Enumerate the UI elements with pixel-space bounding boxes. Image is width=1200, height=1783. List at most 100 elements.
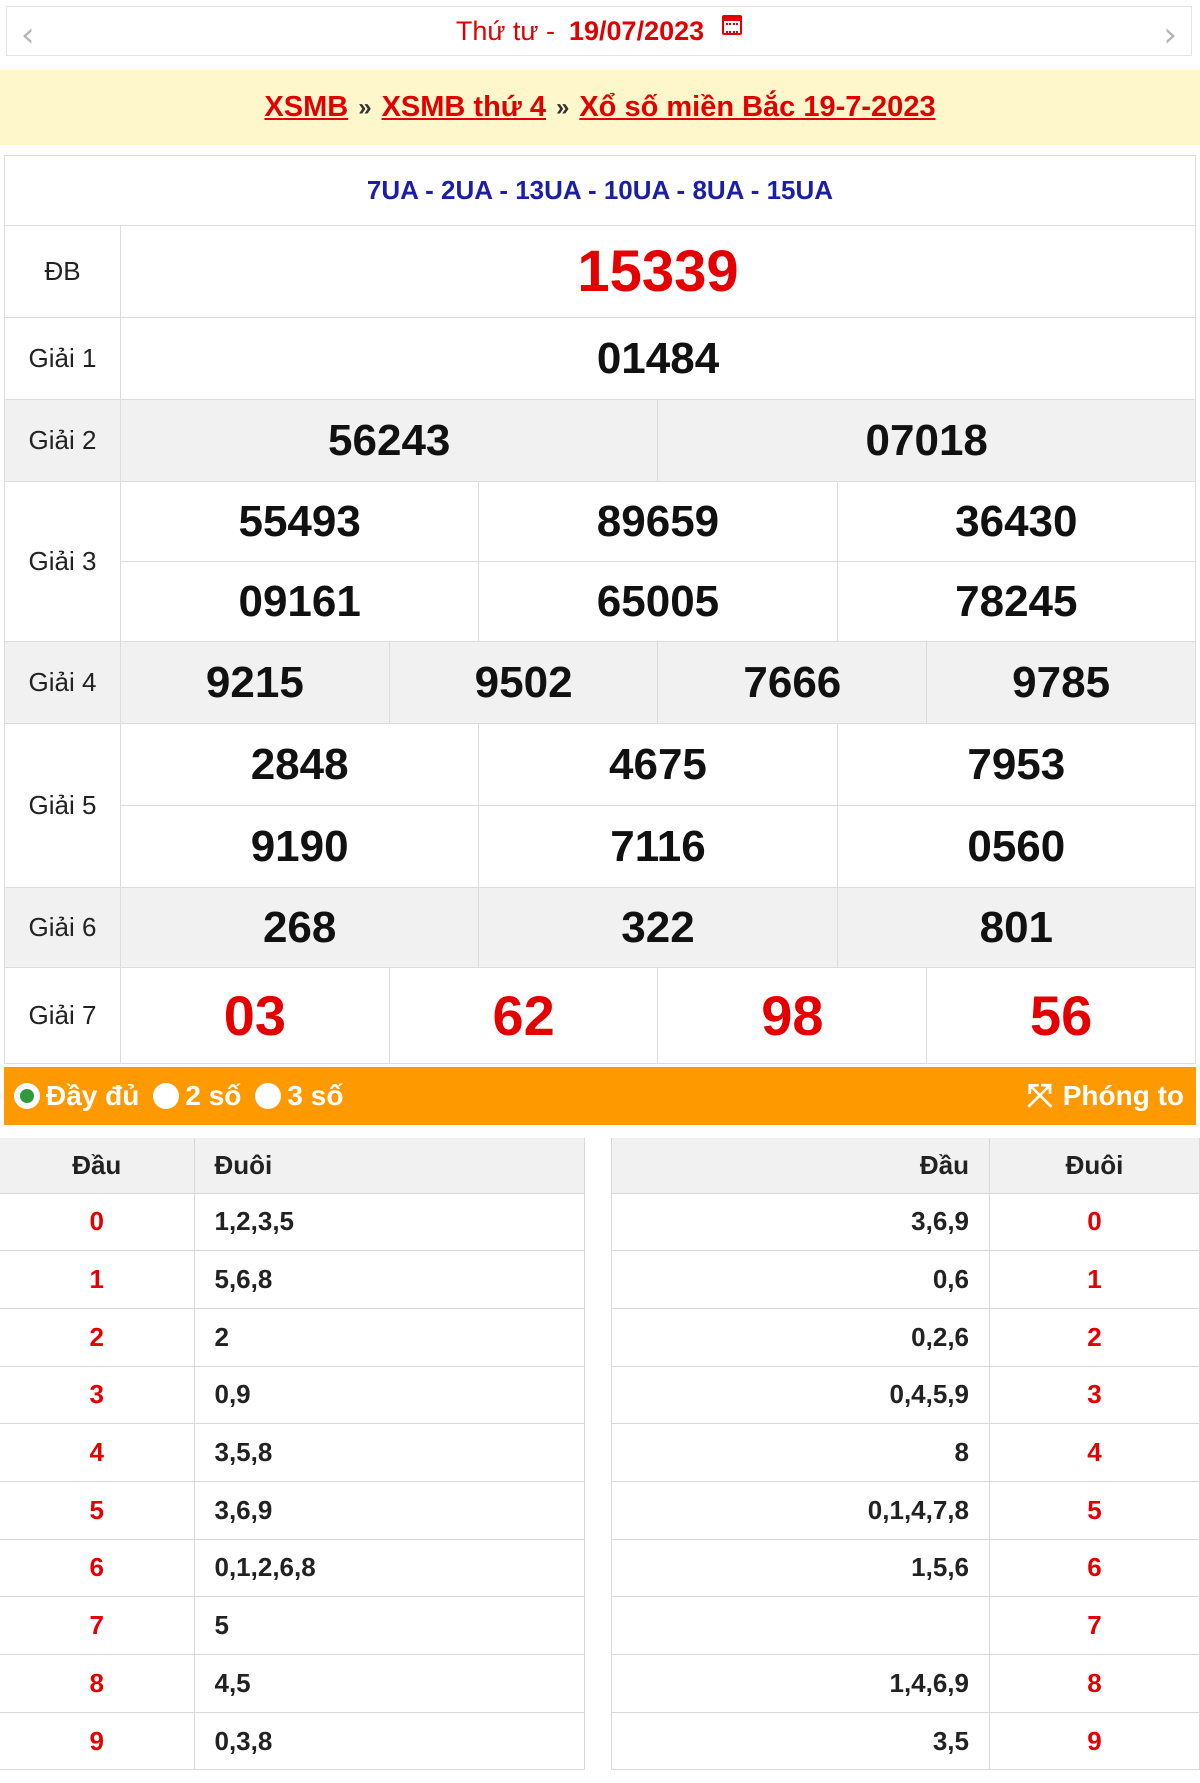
prize-number: 01484 [120,317,1196,400]
prize-label: Giải 4 [4,641,121,724]
table-row: 0,1,4,7,8 5 [611,1481,1200,1540]
table-row: 4 3,5,8 [0,1423,585,1482]
prize-row-g5: Giải 5 2848 4675 7953 [4,723,1197,888]
prize-row-db: ĐB 15339 [4,225,1196,318]
prize-label: Giải 6 [4,887,121,968]
table-row: 3,5 9 [611,1712,1200,1771]
prize-row-g7: Giải 7 03 62 98 56 [4,967,1196,1064]
dau-digit: 7 [0,1596,195,1655]
prize-label: ĐB [4,225,121,318]
duoi-digits: 5,6,8 [194,1250,585,1309]
table-row: 6 0,1,2,6,8 [0,1539,585,1598]
dau-digits [611,1596,990,1655]
prize-number: 98 [657,967,928,1064]
breadcrumb: XSMB » XSMB thứ 4 » Xổ số miền Bắc 19-7-… [0,70,1200,145]
dau-table: Đầu Đuôi 0 1,2,3,5 1 5,6,8 2 2 3 0,9 4 3,5,8 5 3,6,… [0,1138,585,1771]
prize-number: 56 [926,967,1196,1064]
duoi-digits: 4,5 [194,1654,585,1713]
breadcrumb-link-xsmb-thu-4[interactable]: XSMB thứ 4 [382,91,546,124]
prize-number: 9785 [926,641,1196,724]
prize-number: 7116 [478,805,838,888]
duoi-digit: 6 [989,1539,1200,1598]
prize-number: 62 [388,967,659,1064]
display-options-bar: Đầy đủ 2 số 3 số ⤧ Phóng to [4,1067,1196,1125]
dau-digits: 0,4,5,9 [611,1366,990,1425]
table-row: 3,6,9 0 [611,1193,1200,1252]
duoi-digit: 3 [989,1366,1200,1425]
duoi-table: Đầu Đuôi 3,6,9 0 0,6 1 0,2,6 2 0,4,5,9 3 8 4 0,1,4… [611,1138,1200,1771]
codes-row: 7UA - 2UA - 13UA - 10UA - 8UA - 15UA [4,155,1196,226]
prize-label: Giải 1 [4,317,121,400]
prize-number: 7953 [836,723,1197,806]
breadcrumb-link-date[interactable]: Xổ số miền Bắc 19-7-2023 [579,91,935,124]
dau-digits: 8 [611,1423,990,1482]
table-row: 1 5,6,8 [0,1250,585,1309]
dau-digit: 4 [0,1423,195,1482]
prize-number: 9190 [119,805,480,888]
duoi-digits: 2 [194,1308,585,1367]
prize-number: 7666 [657,641,928,724]
option-three-digits[interactable]: 3 số [255,1080,343,1112]
breadcrumb-link-xsmb[interactable]: XSMB [264,91,348,124]
option-full[interactable]: Đầy đủ [14,1080,139,1112]
zoom-button[interactable]: ⤧ Phóng to [1027,1077,1184,1115]
breadcrumb-separator: » [358,93,372,121]
date-display[interactable]: Thứ tư - 19/07/2023 [456,15,743,47]
prize-number: 9215 [120,641,390,724]
column-header-duoi: Đuôi [194,1138,585,1194]
table-row: 1,4,6,9 8 [611,1654,1200,1713]
chevron-left-icon[interactable]: ‹ [21,15,35,55]
prize-number: 78245 [836,561,1197,642]
option-two-label: 2 số [185,1080,242,1111]
dau-digits: 0,6 [611,1250,990,1309]
duoi-digits: 1,2,3,5 [194,1193,585,1252]
duoi-digit: 7 [989,1596,1200,1655]
table-row: 0,2,6 2 [611,1308,1200,1367]
dau-digits: 0,1,4,7,8 [611,1481,990,1540]
option-two-digits[interactable]: 2 số [153,1080,241,1112]
duoi-digits: 3,6,9 [194,1481,585,1540]
calendar-icon[interactable] [722,15,743,35]
duoi-digit: 2 [989,1308,1200,1367]
prize-number: 9502 [388,641,659,724]
prize-row-g3-second: 09161 65005 78245 [5,561,1197,642]
prize-number: 801 [836,887,1197,968]
duoi-digits: 0,9 [194,1366,585,1425]
prize-label: Giải 5 [4,723,121,888]
dau-digit: 1 [0,1250,195,1309]
prize-number: 322 [478,887,838,968]
prize-number: 2848 [119,723,480,806]
prize-row-g5-second: 9190 7116 0560 [5,805,1197,888]
table-row: 75 [0,1596,585,1655]
column-header-duoi: Đuôi [989,1138,1200,1194]
duoi-digit: 8 [989,1654,1200,1713]
option-full-label: Đầy đủ [46,1080,140,1111]
chevron-right-icon[interactable]: › [1163,15,1177,55]
result-table: 7UA - 2UA - 13UA - 10UA - 8UA - 15UA ĐB … [4,155,1197,1064]
radio-icon[interactable] [153,1083,180,1109]
duoi-digit: 5 [989,1481,1200,1540]
duoi-digits: 5 [194,1596,585,1655]
prize-number: 55493 [119,481,480,562]
dau-digits: 1,5,6 [611,1539,990,1598]
prize-label: Giải 3 [4,481,121,642]
prize-number: 4675 [478,723,838,806]
dau-digits: 3,5 [611,1712,990,1771]
breadcrumb-separator: » [555,93,570,121]
prize-number: 268 [119,887,480,968]
duoi-digit: 9 [989,1712,1200,1771]
table-row: 22 [0,1308,585,1367]
table-row: 0 1,2,3,5 [0,1193,585,1252]
prize-number: 09161 [119,561,480,642]
table-row: 9 0,3,8 [0,1712,585,1771]
column-header-dau: Đầu [611,1138,990,1194]
prize-row-g2: Giải 2 56243 07018 [4,399,1196,482]
duoi-digits: 3,5,8 [194,1423,585,1482]
dau-digit: 2 [0,1308,195,1367]
dau-digits: 3,6,9 [611,1193,990,1252]
radio-icon[interactable] [255,1083,282,1109]
column-header-dau: Đầu [0,1138,195,1194]
prize-number: 36430 [836,481,1197,562]
table-row: 7 [611,1596,1200,1655]
radio-selected-icon[interactable] [14,1083,40,1109]
